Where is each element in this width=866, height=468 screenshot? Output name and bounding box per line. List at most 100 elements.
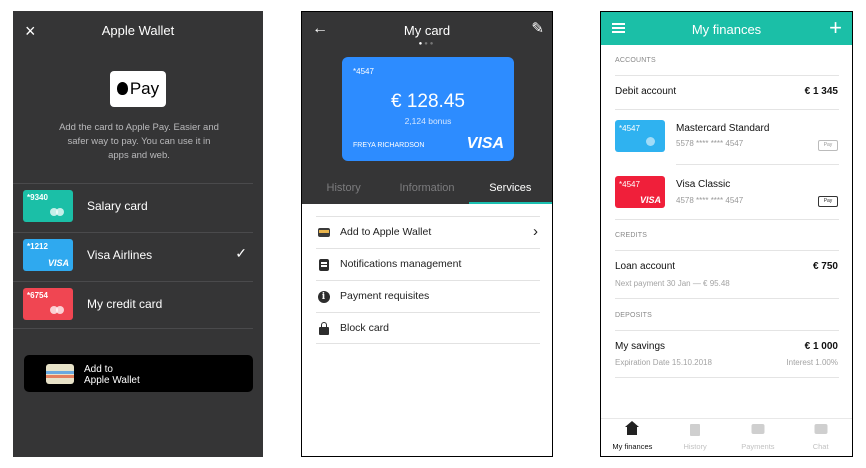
interest-rate: Interest 1.00% (786, 358, 838, 367)
wallet-icon (317, 226, 330, 239)
home-icon (625, 421, 640, 436)
visa-logo: VISA (466, 135, 504, 152)
card-row-visa-airlines[interactable]: *1212 VISA Visa Airlines ✓ (13, 232, 253, 278)
next-payment: Next payment 30 Jan — € 95.48 (615, 279, 730, 288)
apple-wallet-screen: × Apple Wallet Pay Add the card to Apple… (13, 11, 263, 457)
divider (615, 298, 839, 299)
nav-history[interactable]: History (664, 419, 727, 456)
wallet-icon (46, 364, 74, 384)
screen-title: My finances (691, 22, 762, 37)
account-name: Debit account (615, 86, 677, 97)
nav-label: My finances (612, 442, 653, 451)
carousel-dots: ●●● (418, 41, 436, 47)
card-number: *1212 (27, 242, 48, 251)
history-icon (690, 424, 701, 436)
my-card-screen: ← My card ✎ ●●● *4547 € 128.45 2,124 bon… (301, 11, 553, 457)
edit-icon[interactable]: ✎ (531, 19, 544, 37)
mastercard-icon (646, 137, 655, 146)
card-number: *9340 (27, 193, 48, 202)
mastercard-icon (50, 208, 64, 216)
add-icon[interactable]: + (829, 15, 842, 41)
apple-pay-text: Pay (129, 79, 160, 98)
service-label: Add to Apple Wallet (340, 226, 432, 238)
wallet-icon (751, 424, 765, 434)
chat-icon (814, 424, 828, 434)
section-accounts: ACCOUNTS (615, 57, 656, 64)
service-add-apple-wallet[interactable]: Add to Apple Wallet › (316, 216, 540, 248)
my-finances-screen: My finances + ACCOUNTS Debit account € 1… (600, 11, 853, 457)
nav-my-finances[interactable]: My finances (601, 419, 664, 456)
nav-label: Chat (812, 442, 829, 451)
lock-icon (317, 321, 330, 335)
divider (615, 377, 839, 378)
card-number: *4547 (353, 67, 374, 76)
card-tabs: History Information Services (302, 178, 552, 204)
apple-icon (116, 82, 128, 95)
section-deposits: DEPOSITS (615, 312, 652, 319)
add-wallet-line1: Add to (84, 364, 113, 375)
account-name: My savings (615, 341, 666, 352)
section-credits: CREDITS (615, 232, 648, 239)
divider (676, 164, 839, 165)
divider (615, 250, 839, 251)
card-row-credit[interactable]: *6754 My credit card (13, 281, 253, 327)
divider (615, 109, 839, 110)
apple-pay-badge: Pay (818, 140, 838, 151)
notifications-icon (317, 258, 330, 271)
service-label: Payment requisites (340, 290, 430, 302)
tab-information[interactable]: Information (385, 178, 468, 204)
card-thumbnail: *4547 VISA (615, 176, 665, 208)
card-masked-number: 4578 **** **** 4547 (676, 196, 744, 205)
card-label: Salary card (87, 199, 148, 213)
visa-logo: VISA (47, 258, 69, 268)
apple-pay-description: Add the card to Apple Pay. Easier and sa… (59, 122, 219, 161)
card-thumbnail: *1212 VISA (23, 239, 73, 271)
apple-pay-badge: Pay (818, 196, 838, 207)
visa-logo: VISA (639, 195, 661, 205)
card-thumbnail: *4547 (615, 120, 665, 152)
check-icon: ✓ (235, 245, 247, 261)
card-balance: € 128.45 (391, 91, 465, 112)
apple-pay-logo: Pay (110, 71, 166, 107)
tab-services[interactable]: Services (468, 178, 552, 204)
divider (615, 75, 839, 76)
nav-chat[interactable]: Chat (789, 419, 852, 456)
card-number: *4547 (619, 180, 640, 189)
card-name: Mastercard Standard (676, 123, 770, 134)
card-name: Visa Classic (676, 179, 731, 190)
service-label: Block card (340, 322, 390, 334)
nav-payments[interactable]: Payments (727, 419, 790, 456)
service-payment-requisites[interactable]: i Payment requisites (316, 280, 540, 312)
nav-label: Payments (741, 442, 775, 451)
add-to-apple-wallet-button[interactable]: Add to Apple Wallet (24, 355, 253, 392)
account-balance: € 750 (812, 261, 838, 272)
add-wallet-label: Add to Apple Wallet (84, 364, 140, 386)
services-list: Add to Apple Wallet › Notifications mana… (316, 216, 540, 344)
finances-header: My finances + (601, 12, 852, 45)
expiration-date: Expiration Date 15.10.2018 (615, 358, 712, 367)
card-label: Visa Airlines (87, 248, 153, 262)
card-number: *6754 (27, 291, 48, 300)
tab-history[interactable]: History (302, 178, 385, 204)
nav-label: History (683, 442, 707, 451)
mastercard-icon (50, 306, 64, 314)
info-icon: i (317, 290, 330, 303)
service-notifications[interactable]: Notifications management (316, 248, 540, 280)
service-block-card[interactable]: Block card (316, 312, 540, 344)
chevron-right-icon: › (533, 223, 538, 240)
divider (615, 330, 839, 331)
card-label: My credit card (87, 297, 163, 311)
add-wallet-line2: Apple Wallet (84, 375, 140, 386)
card-row-salary[interactable]: *9340 Salary card (13, 183, 253, 229)
card-header: ← My card ✎ ●●● *4547 € 128.45 2,124 bon… (302, 12, 552, 204)
card-masked-number: 5578 **** **** 4547 (676, 139, 744, 148)
card-thumbnail: *6754 (23, 288, 73, 320)
bottom-navigation: My finances History Payments Chat (601, 418, 852, 456)
card-holder: FREYA RICHARDSON (353, 142, 425, 149)
service-label: Notifications management (340, 258, 462, 270)
bank-card[interactable]: *4547 € 128.45 2,124 bonus FREYA RICHARD… (342, 57, 514, 161)
account-balance: € 1 000 (804, 341, 838, 352)
screen-title: My card (403, 23, 451, 38)
account-name: Loan account (615, 261, 676, 272)
card-thumbnail: *9340 (23, 190, 73, 222)
